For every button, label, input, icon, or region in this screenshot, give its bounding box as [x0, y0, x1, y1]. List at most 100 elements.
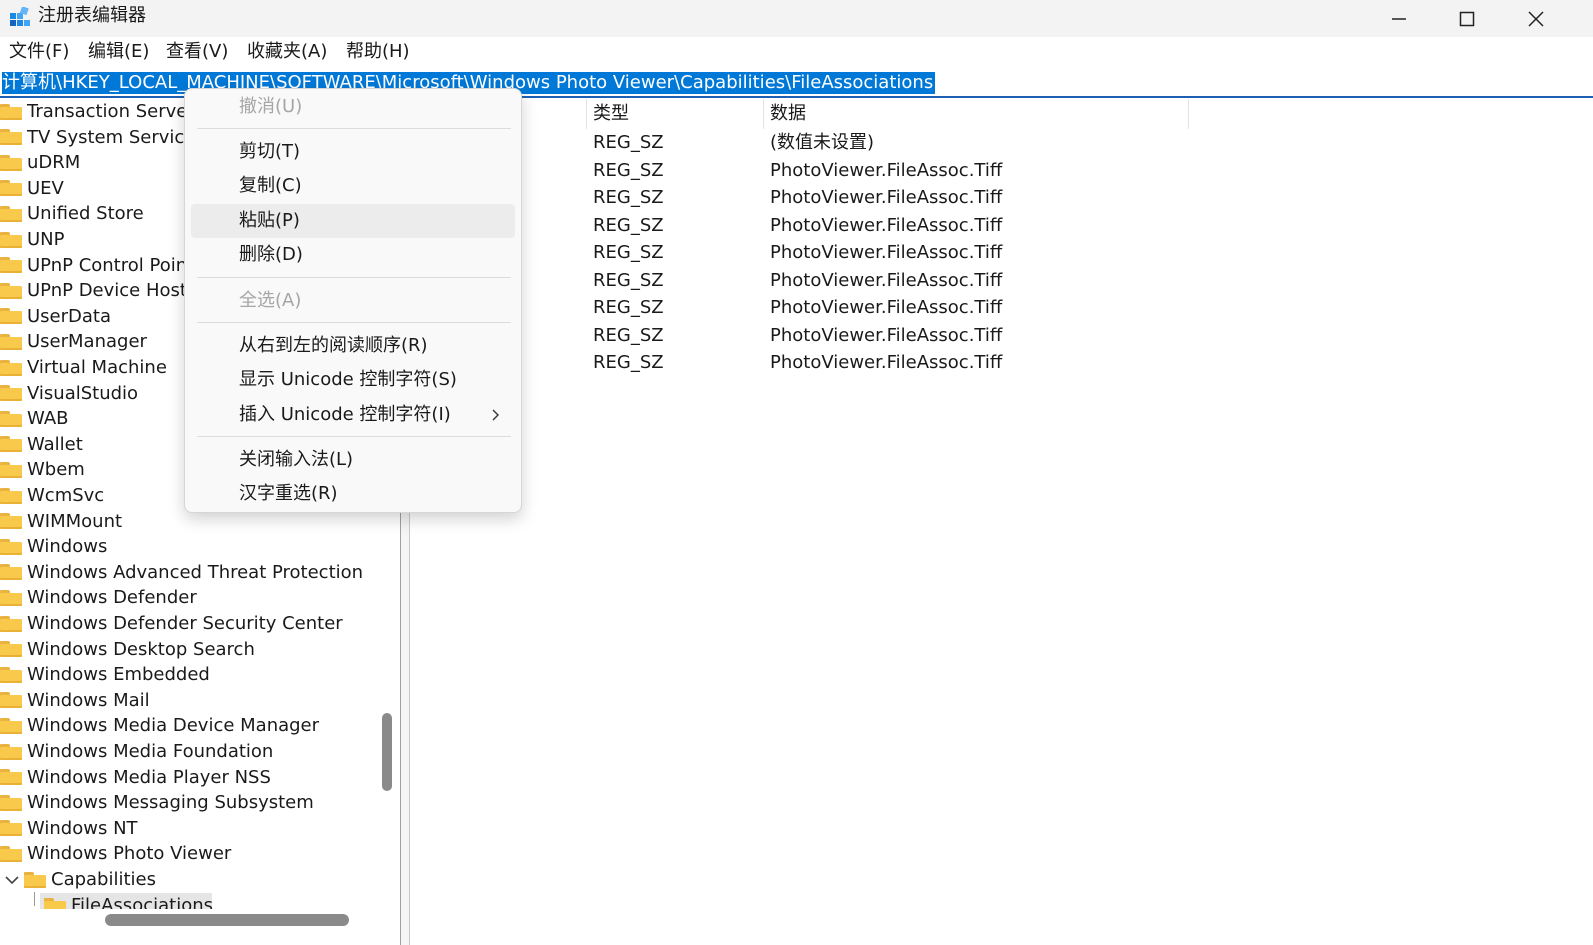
tree-item[interactable]: Windows Desktop Search [0, 637, 255, 662]
menu-help[interactable]: 帮助(H) [346, 40, 410, 64]
value-data-cell[interactable]: PhotoViewer.FileAssoc.Tiff [770, 296, 1002, 320]
folder-icon [0, 154, 22, 171]
tree-item-label: Windows Defender Security Center [27, 613, 343, 634]
tree-item[interactable]: TV System Services [0, 125, 205, 150]
tree-item[interactable]: Windows Advanced Threat Protection [0, 560, 363, 585]
menu-view[interactable]: 查看(V) [166, 40, 228, 64]
tree-item[interactable]: UPnP Control Point [0, 253, 194, 278]
tree-item[interactable]: Virtual Machine [0, 355, 167, 380]
value-type-cell[interactable]: REG_SZ [593, 131, 664, 155]
value-data-cell[interactable]: PhotoViewer.FileAssoc.Tiff [770, 186, 1002, 210]
rtl-reading-order-menu-item[interactable]: 从右到左的阅读顺序(R) [191, 329, 515, 363]
chevron-down-icon[interactable] [2, 873, 22, 887]
tree-item[interactable]: WAB [0, 406, 68, 431]
insert-unicode-control-menu-item[interactable]: 插入 Unicode 控制字符(I) [191, 398, 515, 432]
value-data-cell[interactable]: PhotoViewer.FileAssoc.Tiff [770, 214, 1002, 238]
show-unicode-control-menu-item[interactable]: 显示 Unicode 控制字符(S) [191, 363, 515, 397]
column-header-data[interactable]: 数据 [770, 102, 806, 126]
tree-item[interactable]: Windows Defender Security Center [0, 611, 343, 636]
menu-item-label: 显示 Unicode 控制字符(S) [239, 369, 457, 390]
tree-item-label: UPnP Control Point [27, 254, 195, 276]
tree-item[interactable]: UserManager [0, 329, 147, 354]
value-type-cell[interactable]: REG_SZ [593, 324, 664, 348]
folder-icon [0, 794, 22, 811]
close-button[interactable] [1502, 0, 1570, 37]
menu-item-label: 粘贴(P) [239, 210, 300, 231]
value-type-cell[interactable]: REG_SZ [593, 214, 664, 238]
tree-item[interactable]: Unified Store [0, 201, 144, 226]
folder-icon [0, 538, 22, 555]
tree-item-fileassociations[interactable]: FileAssociations [40, 893, 213, 909]
menu-separator [197, 436, 511, 437]
tree-item[interactable]: Windows NT [0, 816, 138, 841]
value-data-cell[interactable]: PhotoViewer.FileAssoc.Tiff [770, 159, 1002, 183]
menu-item-label: 汉字重选(R) [239, 483, 338, 504]
tree-item[interactable]: Transaction Server [0, 99, 195, 124]
maximize-button[interactable] [1433, 0, 1501, 37]
menu-favorites[interactable]: 收藏夹(A) [247, 40, 327, 64]
tree-item[interactable]: VisualStudio [0, 381, 138, 406]
value-data-cell[interactable]: PhotoViewer.FileAssoc.Tiff [770, 269, 1002, 293]
close-ime-menu-item[interactable]: 关闭输入法(L) [191, 443, 515, 477]
value-data-cell[interactable]: PhotoViewer.FileAssoc.Tiff [770, 351, 1002, 375]
tree-vertical-scroll-thumb[interactable] [382, 713, 392, 791]
tree-item[interactable]: Windows Media Player NSS [0, 765, 271, 790]
tree-item-label: Windows [27, 536, 108, 558]
folder-icon [0, 333, 22, 350]
value-type-cell[interactable]: REG_SZ [593, 186, 664, 210]
minimize-button[interactable] [1365, 0, 1433, 37]
tree-item[interactable]: UserData [0, 304, 111, 329]
tree-item[interactable]: WcmSvc [0, 483, 104, 508]
edit-context-menu: 撤消(U) 剪切(T) 复制(C) 粘贴(P) 删除(D) 全选(A) 从右到左… [184, 88, 522, 513]
tree-item[interactable]: UNP [0, 227, 65, 252]
folder-icon [0, 513, 22, 530]
value-type-cell[interactable]: REG_SZ [593, 351, 664, 375]
tree-item[interactable]: WIMMount [0, 509, 122, 534]
value-data-cell[interactable]: PhotoViewer.FileAssoc.Tiff [770, 324, 1002, 348]
column-separator[interactable] [586, 99, 587, 129]
tree-item[interactable]: Wbem [0, 457, 85, 482]
tree-item[interactable]: Windows Media Foundation [0, 739, 273, 764]
tree-item[interactable]: UEV [0, 176, 64, 201]
copy-menu-item[interactable]: 复制(C) [191, 169, 515, 203]
reconversion-menu-item[interactable]: 汉字重选(R) [191, 477, 515, 511]
tree-item[interactable]: Wallet [0, 432, 83, 457]
tree-horizontal-scroll-thumb[interactable] [105, 914, 349, 926]
tree-item[interactable]: Windows Media Device Manager [0, 713, 319, 738]
column-header-type[interactable]: 类型 [593, 102, 629, 126]
menu-edit[interactable]: 编辑(E) [88, 40, 149, 64]
tree-item-label: FileAssociations [71, 895, 213, 909]
folder-icon [0, 615, 22, 632]
folder-icon [0, 257, 22, 274]
menu-file[interactable]: 文件(F) [9, 40, 69, 64]
cut-menu-item[interactable]: 剪切(T) [191, 135, 515, 169]
value-type-cell[interactable]: REG_SZ [593, 241, 664, 265]
value-type-cell[interactable]: REG_SZ [593, 269, 664, 293]
tree-item[interactable]: Windows Embedded [0, 662, 210, 687]
column-separator[interactable] [763, 99, 764, 129]
tree-item[interactable]: UPnP Device Host [0, 278, 187, 303]
value-data-cell[interactable]: (数值未设置) [770, 131, 874, 155]
tree-item[interactable]: Windows [0, 534, 107, 559]
menu-separator [197, 322, 511, 323]
tree-item-capabilities[interactable]: Capabilities [0, 867, 156, 892]
tree-item-label: Windows Defender [27, 587, 197, 609]
value-type-cell[interactable]: REG_SZ [593, 296, 664, 320]
menu-item-label: 复制(C) [239, 175, 302, 196]
menu-item-label: 撤消(U) [239, 96, 303, 117]
tree-item-label: Windows Mail [27, 689, 150, 711]
tree-item[interactable]: Windows Defender [0, 585, 197, 610]
menu-item-label: 插入 Unicode 控制字符(I) [239, 404, 451, 425]
column-separator[interactable] [1188, 99, 1189, 129]
tree-item[interactable]: Windows Photo Viewer [0, 841, 231, 866]
value-list[interactable]: 类型 数据 REG_SZ (数值未设置) REG_SZ PhotoViewer.… [411, 99, 1593, 945]
tree-item[interactable]: Windows Mail [0, 688, 150, 713]
folder-icon [0, 461, 22, 478]
tree-item[interactable]: uDRM [0, 150, 80, 175]
paste-menu-item[interactable]: 粘贴(P) [191, 204, 515, 238]
value-type-cell[interactable]: REG_SZ [593, 159, 664, 183]
tree-item[interactable]: Windows Messaging Subsystem [0, 790, 314, 815]
delete-menu-item[interactable]: 删除(D) [191, 238, 515, 272]
tree-item-label: Wbem [27, 459, 85, 481]
value-data-cell[interactable]: PhotoViewer.FileAssoc.Tiff [770, 241, 1002, 265]
